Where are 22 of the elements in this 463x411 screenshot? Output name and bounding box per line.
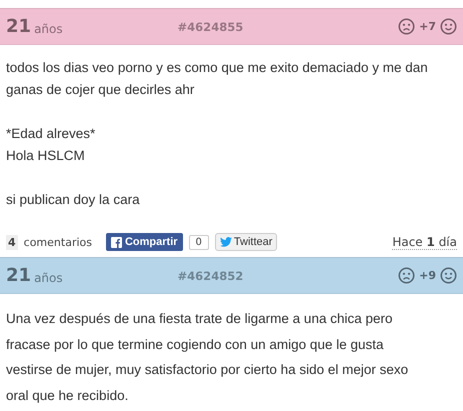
sad-face-icon[interactable] xyxy=(398,267,416,284)
comment-count: 4 xyxy=(6,234,18,250)
age-number: 21 xyxy=(6,265,32,286)
age-unit: años xyxy=(34,22,63,36)
smiley-face-icon[interactable] xyxy=(440,18,457,35)
facebook-logo-icon xyxy=(110,236,122,248)
post-text: *Edad alreves* Hola HSLCM xyxy=(6,125,96,165)
age-unit: años xyxy=(34,270,63,284)
post-text: Una vez después de una fiesta trate de ligarme a una chica pero fracase por lo que termine cogiendo con un amigo que le gusta vestirse de mujer, muy satisfactorio por cierto ha sido el mejor sexo oral que he recibido. xyxy=(6,310,410,405)
age-number: 21 xyxy=(6,16,32,37)
comments-link[interactable]: comentarios xyxy=(24,236,92,248)
tweet-button[interactable]: Twittear xyxy=(214,233,278,251)
post-time: Hace 1 día xyxy=(392,234,457,250)
post-text: todos los dias veo porno y es como que me exito demaciado y me dan ganas de cojer que decirles ahr xyxy=(6,59,429,99)
share-button[interactable]: Compartir xyxy=(106,233,183,251)
bird-icon xyxy=(220,237,232,247)
vote-score: +7 xyxy=(419,20,436,33)
smiley-face-icon[interactable] xyxy=(440,267,457,284)
post-text: si publican doy la cara xyxy=(6,191,141,209)
vote-score: +9 xyxy=(419,269,436,282)
share-count: 0 xyxy=(188,234,209,250)
sad-face-icon[interactable] xyxy=(398,18,416,35)
